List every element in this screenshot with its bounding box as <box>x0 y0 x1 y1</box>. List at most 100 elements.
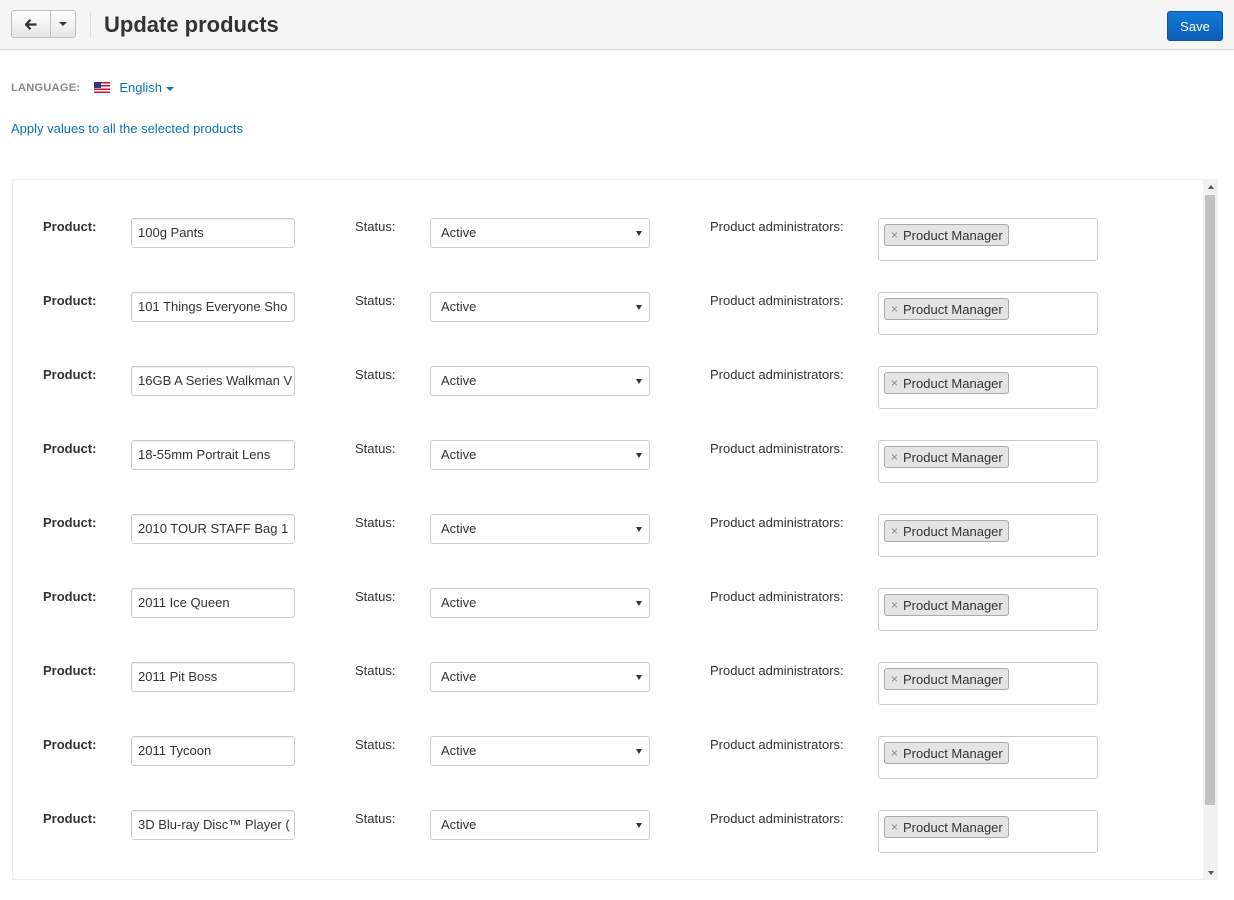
page-title: Update products <box>104 12 279 37</box>
admin-tag-label: Product Manager <box>903 819 1003 835</box>
remove-tag-icon[interactable]: × <box>891 450 898 464</box>
remove-tag-icon[interactable]: × <box>891 598 898 612</box>
status-select[interactable]: Active <box>430 366 650 396</box>
admin-tag: × Product Manager <box>884 668 1009 690</box>
status-label: Status: <box>355 515 396 530</box>
remove-tag-icon[interactable]: × <box>891 524 898 538</box>
caret-down-icon <box>59 22 67 26</box>
status-label: Status: <box>355 441 396 456</box>
back-button-group <box>11 10 76 38</box>
remove-tag-icon[interactable]: × <box>891 820 898 834</box>
status-label: Status: <box>355 663 396 678</box>
save-button[interactable]: Save <box>1167 11 1223 41</box>
remove-tag-icon[interactable]: × <box>891 672 898 686</box>
table-row: Product: 16GB A Series Walkman V Status: Ac… <box>13 366 1203 440</box>
admin-tag: × Product Manager <box>884 594 1009 616</box>
admin-tag-label: Product Manager <box>903 671 1003 687</box>
admin-tag: × Product Manager <box>884 742 1009 764</box>
table-scrollbar[interactable] <box>1203 180 1218 880</box>
top-toolbar: Update products Save <box>0 0 1234 50</box>
status-select[interactable]: Active <box>430 810 650 840</box>
remove-tag-icon[interactable]: × <box>891 376 898 390</box>
status-label: Status: <box>355 737 396 752</box>
product-name-input[interactable]: 101 Things Everyone Sho <box>131 292 295 322</box>
product-name-input[interactable]: 18-55mm Portrait Lens <box>131 440 295 470</box>
admin-tag-label: Product Manager <box>903 597 1003 613</box>
product-label: Product: <box>43 293 97 308</box>
admin-tag: × Product Manager <box>884 446 1009 468</box>
language-label: LANGUAGE: <box>11 81 81 94</box>
table-row: Product: 2011 Pit Boss Status: Active Produc… <box>13 662 1203 736</box>
product-label: Product: <box>43 515 97 530</box>
product-administrators-field[interactable]: × Product Manager <box>878 218 1098 261</box>
admin-tag: × Product Manager <box>884 816 1009 838</box>
status-select[interactable]: Active <box>430 514 650 544</box>
status-value: Active <box>441 225 477 240</box>
status-select[interactable]: Active <box>430 662 650 692</box>
product-name-input[interactable]: 2010 TOUR STAFF Bag 1 <box>131 514 295 544</box>
triangle-down-icon <box>1207 871 1214 875</box>
admin-tag: × Product Manager <box>884 372 1009 394</box>
product-administrators-field[interactable]: × Product Manager <box>878 662 1098 705</box>
status-value: Active <box>441 521 477 536</box>
back-menu-toggle[interactable] <box>51 10 76 38</box>
product-administrators-field[interactable]: × Product Manager <box>878 810 1098 853</box>
table-row: Product: 2011 Ice Queen Status: Active Produ… <box>13 588 1203 662</box>
status-select[interactable]: Active <box>430 588 650 618</box>
product-name-input[interactable]: 2011 Ice Queen <box>131 588 295 618</box>
remove-tag-icon[interactable]: × <box>891 228 898 242</box>
table-row: Product: 100g Pants Status: Active Product a… <box>13 218 1203 292</box>
remove-tag-icon[interactable]: × <box>891 746 898 760</box>
status-value: Active <box>441 595 477 610</box>
status-value: Active <box>441 373 477 388</box>
apply-to-all-link[interactable]: Apply values to all the selected product… <box>11 121 243 136</box>
remove-tag-icon[interactable]: × <box>891 302 898 316</box>
product-administrators-label: Product administrators: <box>710 811 844 826</box>
scroll-down-button[interactable] <box>1203 866 1218 880</box>
product-administrators-label: Product administrators: <box>710 589 844 604</box>
table-row: Product: 18-55mm Portrait Lens Status: Acti… <box>13 440 1203 514</box>
status-select[interactable]: Active <box>430 292 650 322</box>
product-name-input[interactable]: 2011 Tycoon <box>131 736 295 766</box>
scrollbar-thumb[interactable] <box>1205 195 1215 805</box>
dropdown-arrow-icon <box>636 823 642 828</box>
products-table: Product: 100g Pants Status: Active Product a… <box>12 179 1218 880</box>
product-administrators-label: Product administrators: <box>710 367 844 382</box>
status-select[interactable]: Active <box>430 218 650 248</box>
product-administrators-field[interactable]: × Product Manager <box>878 292 1098 335</box>
product-administrators-field[interactable]: × Product Manager <box>878 736 1098 779</box>
table-row: Product: 101 Things Everyone Sho Status: Ac… <box>13 292 1203 366</box>
language-dropdown[interactable]: English <box>119 80 174 95</box>
dropdown-arrow-icon <box>636 527 642 532</box>
product-administrators-field[interactable]: × Product Manager <box>878 588 1098 631</box>
product-label: Product: <box>43 663 97 678</box>
arrow-left-icon <box>25 18 37 30</box>
scroll-up-button[interactable] <box>1203 180 1218 194</box>
admin-tag: × Product Manager <box>884 520 1009 542</box>
dropdown-arrow-icon <box>636 601 642 606</box>
product-administrators-field[interactable]: × Product Manager <box>878 440 1098 483</box>
product-administrators-field[interactable]: × Product Manager <box>878 514 1098 557</box>
us-flag-icon <box>94 82 111 93</box>
product-name-input[interactable]: 100g Pants <box>131 218 295 248</box>
status-select[interactable]: Active <box>430 440 650 470</box>
admin-tag-label: Product Manager <box>903 375 1003 391</box>
product-label: Product: <box>43 737 97 752</box>
status-value: Active <box>441 299 477 314</box>
product-name-input[interactable]: 2011 Pit Boss <box>131 662 295 692</box>
product-administrators-label: Product administrators: <box>710 737 844 752</box>
product-label: Product: <box>43 441 97 456</box>
status-select[interactable]: Active <box>430 736 650 766</box>
product-administrators-field[interactable]: × Product Manager <box>878 366 1098 409</box>
status-label: Status: <box>355 811 396 826</box>
dropdown-arrow-icon <box>636 379 642 384</box>
status-value: Active <box>441 743 477 758</box>
status-value: Active <box>441 817 477 832</box>
admin-tag-label: Product Manager <box>903 301 1003 317</box>
product-name-input[interactable]: 3D Blu-ray Disc™ Player ( <box>131 810 295 840</box>
admin-tag-label: Product Manager <box>903 227 1003 243</box>
admin-tag-label: Product Manager <box>903 523 1003 539</box>
back-button[interactable] <box>11 10 51 38</box>
product-name-input[interactable]: 16GB A Series Walkman V <box>131 366 295 396</box>
status-value: Active <box>441 669 477 684</box>
